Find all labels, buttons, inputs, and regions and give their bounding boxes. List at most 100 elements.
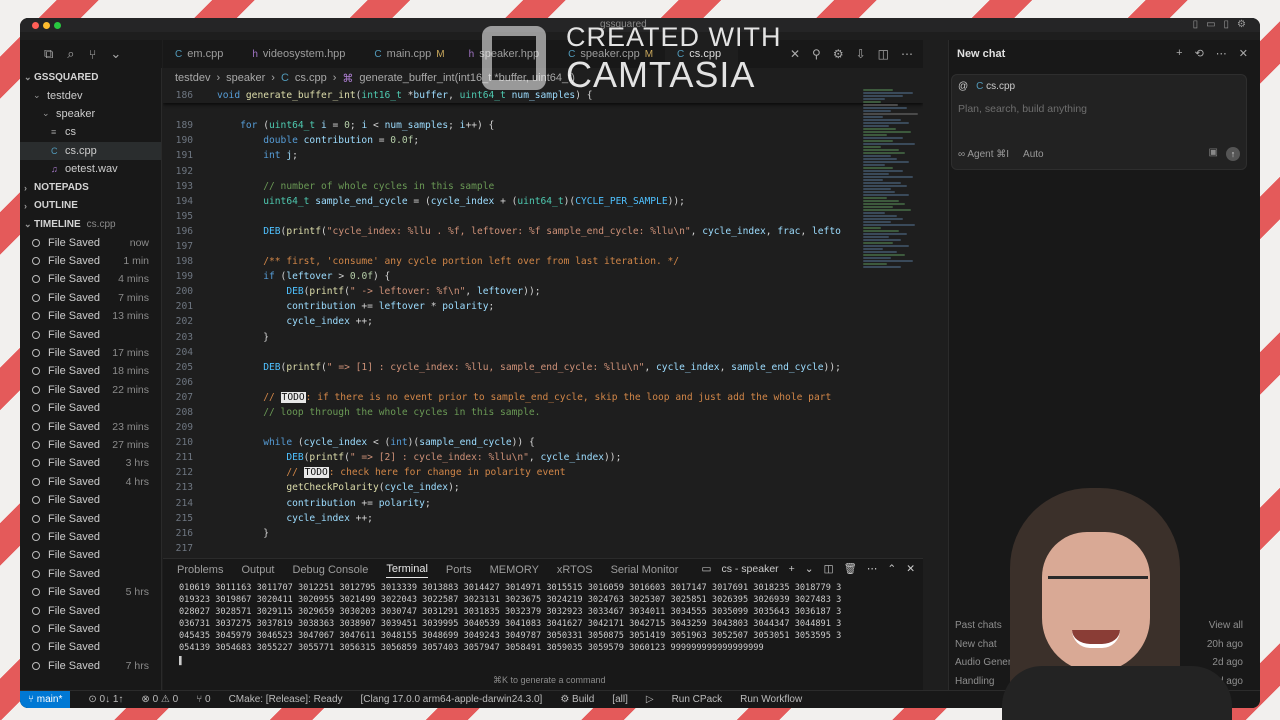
gear-icon[interactable]: ⚙ <box>833 47 844 61</box>
timeline-item[interactable]: File Saved 4 mins <box>20 270 161 288</box>
timeline-item[interactable]: File Saved <box>20 638 161 656</box>
build-button[interactable]: ⚙ Build <box>560 694 594 705</box>
timeline-item[interactable]: File Saved <box>20 491 161 509</box>
image-icon[interactable]: ▣ <box>1209 147 1218 161</box>
timeline-item[interactable]: File Saved 5 hrs <box>20 583 161 601</box>
more-icon[interactable]: ⋯ <box>867 563 878 575</box>
source-control-icon[interactable]: ⑂ <box>89 47 97 62</box>
timeline-item[interactable]: File Saved 27 mins <box>20 436 161 454</box>
minimap-line <box>863 170 903 172</box>
timeline-item[interactable]: File Saved <box>20 620 161 638</box>
model-select[interactable]: Auto <box>1023 149 1044 160</box>
search-icon[interactable]: ⌕ <box>67 46 74 62</box>
breadcrumb-item[interactable]: speaker <box>226 72 265 84</box>
chat-composer[interactable]: @ C cs.cpp Plan, search, build anything … <box>951 74 1247 170</box>
branch-indicator[interactable]: ⑂ main* <box>20 691 71 708</box>
close-icon[interactable]: ✕ <box>1239 47 1248 60</box>
timeline-item[interactable]: File Saved 17 mins <box>20 344 161 362</box>
run-workflow-button[interactable]: Run Workflow <box>740 694 802 705</box>
editor-tab[interactable]: Cem.cpp <box>163 40 240 68</box>
explorer-item[interactable]: ≡ cs <box>20 123 161 141</box>
panel-tab[interactable]: Terminal <box>386 563 428 578</box>
panel-tab[interactable]: Output <box>241 564 274 576</box>
maximize-panel-icon[interactable]: ⌃ <box>887 563 896 575</box>
panel-tab[interactable]: xRTOS <box>557 564 593 576</box>
timeline-item[interactable]: File Saved now <box>20 234 161 252</box>
chat-input[interactable]: Plan, search, build anything <box>958 103 1087 115</box>
timeline-item[interactable]: File Saved 13 mins <box>20 307 161 325</box>
circle-icon <box>32 367 40 376</box>
run-cpack-button[interactable]: Run CPack <box>672 694 723 705</box>
timeline-header[interactable]: ⌄ TIMELINE cs.cpp <box>20 215 161 233</box>
layout-icons[interactable]: ▯▭▯⚙ <box>1193 19 1254 30</box>
minimap[interactable] <box>863 88 923 408</box>
cmake-status[interactable]: CMake: [Release]: Ready <box>229 694 343 705</box>
chevron-down-icon[interactable]: ⌄ <box>110 46 121 62</box>
timeline-item[interactable]: File Saved 1 min <box>20 252 161 270</box>
timeline-item[interactable]: File Saved <box>20 565 161 583</box>
minimap-line <box>863 158 897 160</box>
code-editor[interactable]: 186 void generate_buffer_int(int16_t *buf… <box>163 88 923 558</box>
timeline-item[interactable]: File Saved 4 hrs <box>20 473 161 491</box>
explorer-item[interactable]: Ccs.cpp <box>20 141 161 160</box>
timeline-item[interactable]: File Saved <box>20 601 161 619</box>
timeline-item[interactable]: File Saved 3 hrs <box>20 454 161 472</box>
workspace-header[interactable]: ⌄ GSSQUARED <box>20 68 161 86</box>
split-terminal-icon[interactable]: ◫ <box>824 563 834 575</box>
terminal-name[interactable]: cs - speaker <box>721 563 778 575</box>
close-panel-icon[interactable]: ✕ <box>906 563 915 575</box>
more-icon[interactable]: ⋯ <box>1216 47 1227 60</box>
chevron-down-icon[interactable]: ⌄ <box>805 563 814 575</box>
timeline-item[interactable]: File Saved <box>20 528 161 546</box>
files-icon[interactable]: ⧉ <box>44 46 53 62</box>
mention-icon[interactable]: @ <box>958 81 968 92</box>
panel-tab[interactable]: Serial Monitor <box>611 564 679 576</box>
panel-tab[interactable]: Debug Console <box>293 564 369 576</box>
explorer-item[interactable]: ♫ oetest.wav <box>20 160 161 178</box>
editor-tab[interactable]: h videosystem.hpp <box>240 40 362 68</box>
kit-status[interactable]: [Clang 17.0.0 arm64-apple-darwin24.3.0] <box>361 694 543 705</box>
run-icon[interactable]: ⚲ <box>812 47 821 61</box>
timeline-item[interactable]: File Saved 22 mins <box>20 381 161 399</box>
zoom-window-button[interactable] <box>54 22 61 29</box>
add-terminal-icon[interactable]: + <box>789 563 795 575</box>
timeline-item[interactable]: File Saved <box>20 546 161 564</box>
timeline-item[interactable]: File Saved <box>20 325 161 343</box>
ports-status[interactable]: ⑂ 0 <box>196 694 210 705</box>
breadcrumb-item[interactable]: testdev <box>175 72 210 84</box>
minimize-window-button[interactable] <box>43 22 50 29</box>
circle-icon <box>32 588 40 597</box>
add-icon[interactable]: + <box>1176 47 1182 60</box>
timeline-item[interactable]: File Saved <box>20 509 161 527</box>
panel-tab[interactable]: Problems <box>177 564 223 576</box>
timeline-item[interactable]: File Saved 23 mins <box>20 417 161 435</box>
notepads-header[interactable]: › NOTEPADS <box>20 178 161 196</box>
timeline-item[interactable]: File Saved 18 mins <box>20 362 161 380</box>
outline-header[interactable]: › OUTLINE <box>20 197 161 215</box>
send-icon[interactable]: ↑ <box>1226 147 1240 161</box>
history-icon[interactable]: ⟲ <box>1195 47 1204 60</box>
problems-status[interactable]: ⊗ 0 ⚠ 0 <box>141 694 178 705</box>
explorer-item[interactable]: ⌄ testdev <box>20 86 161 104</box>
context-chip[interactable]: @ C cs.cpp <box>958 81 1015 92</box>
timeline-item[interactable]: File Saved 7 hrs <box>20 657 161 675</box>
explorer-item[interactable]: ⌄ speaker <box>20 105 161 123</box>
panel-tab[interactable]: Ports <box>446 564 472 576</box>
timeline-item[interactable]: File Saved <box>20 399 161 417</box>
build-target[interactable]: [all] <box>612 694 628 705</box>
more-icon[interactable]: ⋯ <box>901 47 913 61</box>
terminal-output[interactable]: 010619 3011163 3011707 3012251 3012795 3… <box>163 581 923 668</box>
editor-tab[interactable]: Cmain.cpp M <box>362 40 456 68</box>
download-icon[interactable]: ⇩ <box>856 47 866 61</box>
agent-mode-select[interactable]: ∞ Agent ⌘I <box>958 149 1009 160</box>
trash-icon[interactable]: 🗑 <box>844 562 857 575</box>
timeline-item[interactable]: File Saved 7 mins <box>20 289 161 307</box>
sync-status[interactable]: ⊙ 0↓ 1↑ <box>88 694 123 705</box>
circle-icon <box>32 624 40 633</box>
split-editor-icon[interactable]: ◫ <box>878 47 889 61</box>
close-window-button[interactable] <box>32 22 39 29</box>
panel-tab[interactable]: MEMORY <box>490 564 539 576</box>
terminal-line: 028027 3028571 3029115 3029659 3030203 3… <box>179 607 842 618</box>
run-button[interactable]: ▷ <box>646 694 654 705</box>
breadcrumb-item[interactable]: cs.cpp <box>295 72 327 84</box>
